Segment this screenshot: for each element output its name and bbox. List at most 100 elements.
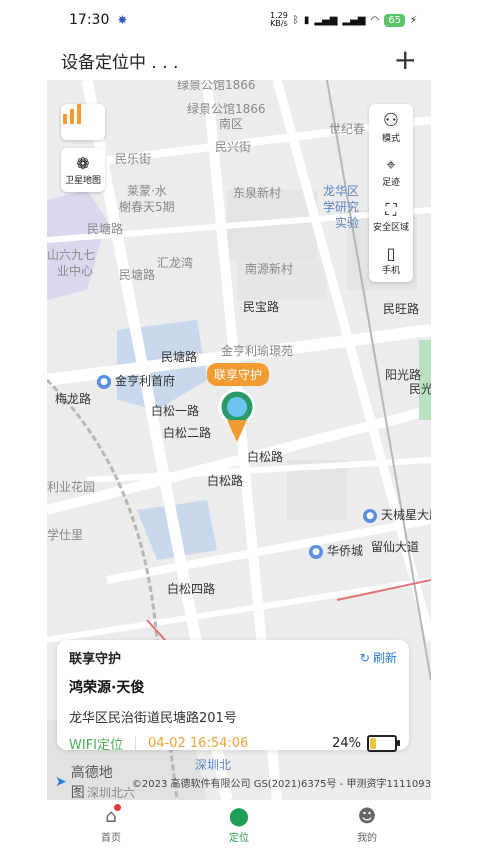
battery-status: 65 <box>384 13 405 27</box>
zone-icon: ⛶ <box>385 199 397 219</box>
map-view[interactable]: 绿景公馆1866 绿景公馆1866 南区 民兴街 世纪春 民乐街 莱蒙·水 榭春… <box>47 80 431 800</box>
charging-icon: ⚡ <box>409 14 417 26</box>
phone-screen: 17:30 ✸ 1.29 KB/s ᛒ ▮ ▂▄▆ ▂▄▆ ◠ 65 ⚡ 设备定… <box>47 0 431 850</box>
refresh-button[interactable]: ↻ 刷新 <box>360 649 397 666</box>
map-label: ● 天械星大厦 <box>363 506 431 523</box>
map-label: 学研究 <box>323 200 360 214</box>
vibrate-icon: ▮ <box>303 14 310 26</box>
nav-mine[interactable]: ☻ 我的 <box>357 806 377 844</box>
user-icon: ☻ <box>357 806 377 827</box>
location-type: WIFI定位 <box>69 738 123 753</box>
map-label: 民乐街 <box>115 152 152 166</box>
heatmap-button[interactable] <box>61 104 105 140</box>
map-label: 民兴街 <box>215 140 252 154</box>
battery-cap <box>397 740 400 746</box>
map-label: 利业花园 <box>47 480 96 494</box>
plus-icon[interactable]: + <box>394 46 417 74</box>
poi-name: 金亨利首府 <box>115 374 176 388</box>
poi-icon: ● <box>309 544 323 559</box>
poi-icon: ● <box>363 508 377 523</box>
navigation-arrow-icon: ➤ <box>55 774 67 790</box>
map-label: ● 华侨城 <box>309 542 363 559</box>
signal-icon: ▂▄▆ <box>314 14 338 26</box>
nav-home-label: 首页 <box>100 833 121 844</box>
safe-zone-label: 安全区域 <box>372 222 409 233</box>
poi-name: 天械星大厦 <box>381 508 431 522</box>
map-label: 白松四路 <box>167 582 216 596</box>
divider <box>135 736 136 751</box>
satellite-icon: ❁ <box>76 154 90 173</box>
satellite-map-button[interactable]: ❁ 卫星地图 <box>61 148 105 192</box>
nav-home[interactable]: ⌂ 首页 <box>100 804 121 844</box>
nav-mine-label: 我的 <box>357 833 377 844</box>
map-label: 绿景公馆1866 <box>177 80 256 92</box>
refresh-label: 刷新 <box>372 651 397 665</box>
app-bar: 设备定位中 . . . + <box>47 40 431 80</box>
phone-icon: ▯ <box>386 244 396 264</box>
bluetooth-icon: ᛒ <box>292 14 299 26</box>
poi-icon: ● <box>97 374 111 389</box>
chart-icon <box>63 104 81 124</box>
person-icon: ⚇ <box>382 109 400 131</box>
map-label: 龙华区 <box>323 184 360 198</box>
map-label: 民宝路 <box>243 300 280 314</box>
notification-dot <box>113 804 121 811</box>
map-label: 东泉新村 <box>233 186 282 200</box>
wifi-icon: ◠ <box>370 14 380 26</box>
battery-fill <box>370 738 377 749</box>
mode-button[interactable]: ⚇ 模式 <box>382 110 400 144</box>
refresh-icon: ↻ <box>359 650 370 665</box>
location-pin-icon: ⬤ <box>228 806 250 827</box>
net-speed: 1.29 KB/s <box>270 11 288 28</box>
map-label: 世纪春 <box>329 122 366 136</box>
card-title: 联享守护 <box>69 652 122 667</box>
satellite-label: 卫星地图 <box>64 176 101 186</box>
device-marker-tag[interactable]: 联享守护 <box>207 363 270 386</box>
map-label: 山六九七 <box>47 248 96 262</box>
map-label: 学仕里 <box>47 528 84 542</box>
status-bar: 17:30 ✸ 1.29 KB/s ᛒ ▮ ▂▄▆ ▂▄▆ ◠ 65 ⚡ <box>47 0 431 40</box>
map-label: 白松路 <box>247 450 284 464</box>
map-label: 南源新村 <box>245 262 294 276</box>
track-button[interactable]: ⌖ 足迹 <box>382 155 400 188</box>
home-icon: ⌂ <box>105 804 121 827</box>
map-label: 民塘路 <box>119 268 156 282</box>
nav-locate[interactable]: ⬤ 定位 <box>229 806 249 844</box>
timestamp: 04-02 16:54:06 <box>148 736 249 751</box>
bottom-navigation: ⌂ 首页 ⬤ 定位 ☻ 我的 <box>47 800 431 850</box>
map-label: 白松一路 <box>151 404 200 418</box>
map-label: 汇龙湾 <box>157 256 194 270</box>
phone-button[interactable]: ▯ 手机 <box>382 244 400 276</box>
map-label: 留仙大道 <box>371 540 420 554</box>
status-time: 17:30 <box>69 12 110 28</box>
track-label: 足迹 <box>381 178 400 189</box>
map-label: 民塘路 <box>161 350 198 364</box>
map-attribution: ➤ 高德地图 ©2023 高德软件有限公司 GS(2021)6375号 - 甲测… <box>47 765 431 800</box>
copyright-text: ©2023 高德软件有限公司 GS(2021)6375号 - 甲测资字11110… <box>131 778 431 790</box>
map-label: 白松路 <box>207 474 244 488</box>
map-label: 业中心 <box>57 264 94 278</box>
poi-name: 华侨城 <box>327 544 364 558</box>
mode-label: 模式 <box>381 133 400 144</box>
map-label: 梅龙路 <box>55 392 92 406</box>
map-label: 实验 <box>335 216 360 230</box>
map-label: 民旺路 <box>383 302 420 316</box>
map-label: 民光 <box>409 382 431 396</box>
map-label: 金亨利瑜璟苑 <box>221 344 294 358</box>
device-info-card: 联享守护 ↻ 刷新 鸿荣源·天俊 龙华区民治街道民塘路201号 WIFI定位 0… <box>57 640 409 753</box>
nav-locate-label: 定位 <box>228 833 249 844</box>
map-label: ● 金亨利首府 <box>97 372 175 389</box>
place-name: 鸿荣源·天俊 <box>69 680 145 696</box>
battery-percent: 24% <box>332 736 361 751</box>
location-pin-icon: ⌖ <box>386 155 396 175</box>
map-brand: 高德地图 <box>70 765 113 800</box>
map-label: 榭春天5期 <box>119 200 175 214</box>
safe-zone-button[interactable]: ⛶ 安全区域 <box>373 200 409 233</box>
phone-label: 手机 <box>381 266 400 277</box>
battery-icon <box>367 735 400 752</box>
right-tool-panel: ⚇ 模式 ⌖ 足迹 ⛶ 安全区域 ▯ 手机 <box>369 104 413 282</box>
map-label: 民塘路 <box>87 222 124 236</box>
map-label: 莱蒙·水 <box>127 184 167 198</box>
map-label: 白松二路 <box>163 426 212 440</box>
page-title: 设备定位中 . . . <box>61 52 179 73</box>
